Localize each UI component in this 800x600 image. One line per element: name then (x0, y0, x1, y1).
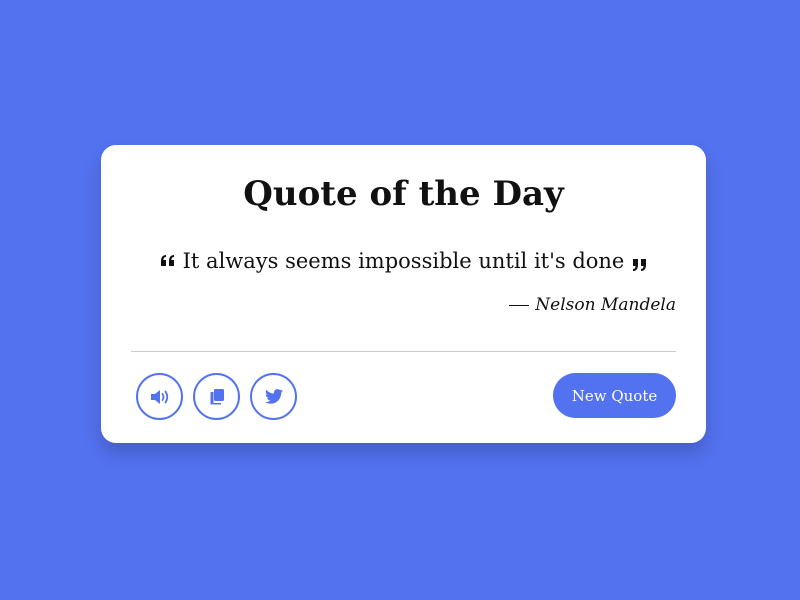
quote-open-icon (160, 255, 174, 266)
twitter-icon (264, 389, 283, 404)
copy-button[interactable] (193, 373, 240, 420)
new-quote-button[interactable]: New Quote (553, 373, 676, 418)
quote-card: Quote of the Day It always seems impossi… (101, 145, 706, 443)
quote-text: It always seems impossible until it's do… (182, 249, 625, 273)
author-dash (509, 305, 530, 306)
divider (131, 351, 676, 352)
author-name: Nelson Mandela (535, 295, 676, 315)
quote-area: It always seems impossible until it's do… (101, 248, 706, 274)
speak-button[interactable] (136, 373, 183, 420)
author-row: Nelson Mandela (509, 294, 676, 316)
tweet-button[interactable] (250, 373, 297, 420)
card-title: Quote of the Day (243, 174, 564, 214)
volume-icon (150, 389, 168, 404)
copy-icon (210, 388, 224, 404)
quote-close-icon (633, 259, 647, 271)
